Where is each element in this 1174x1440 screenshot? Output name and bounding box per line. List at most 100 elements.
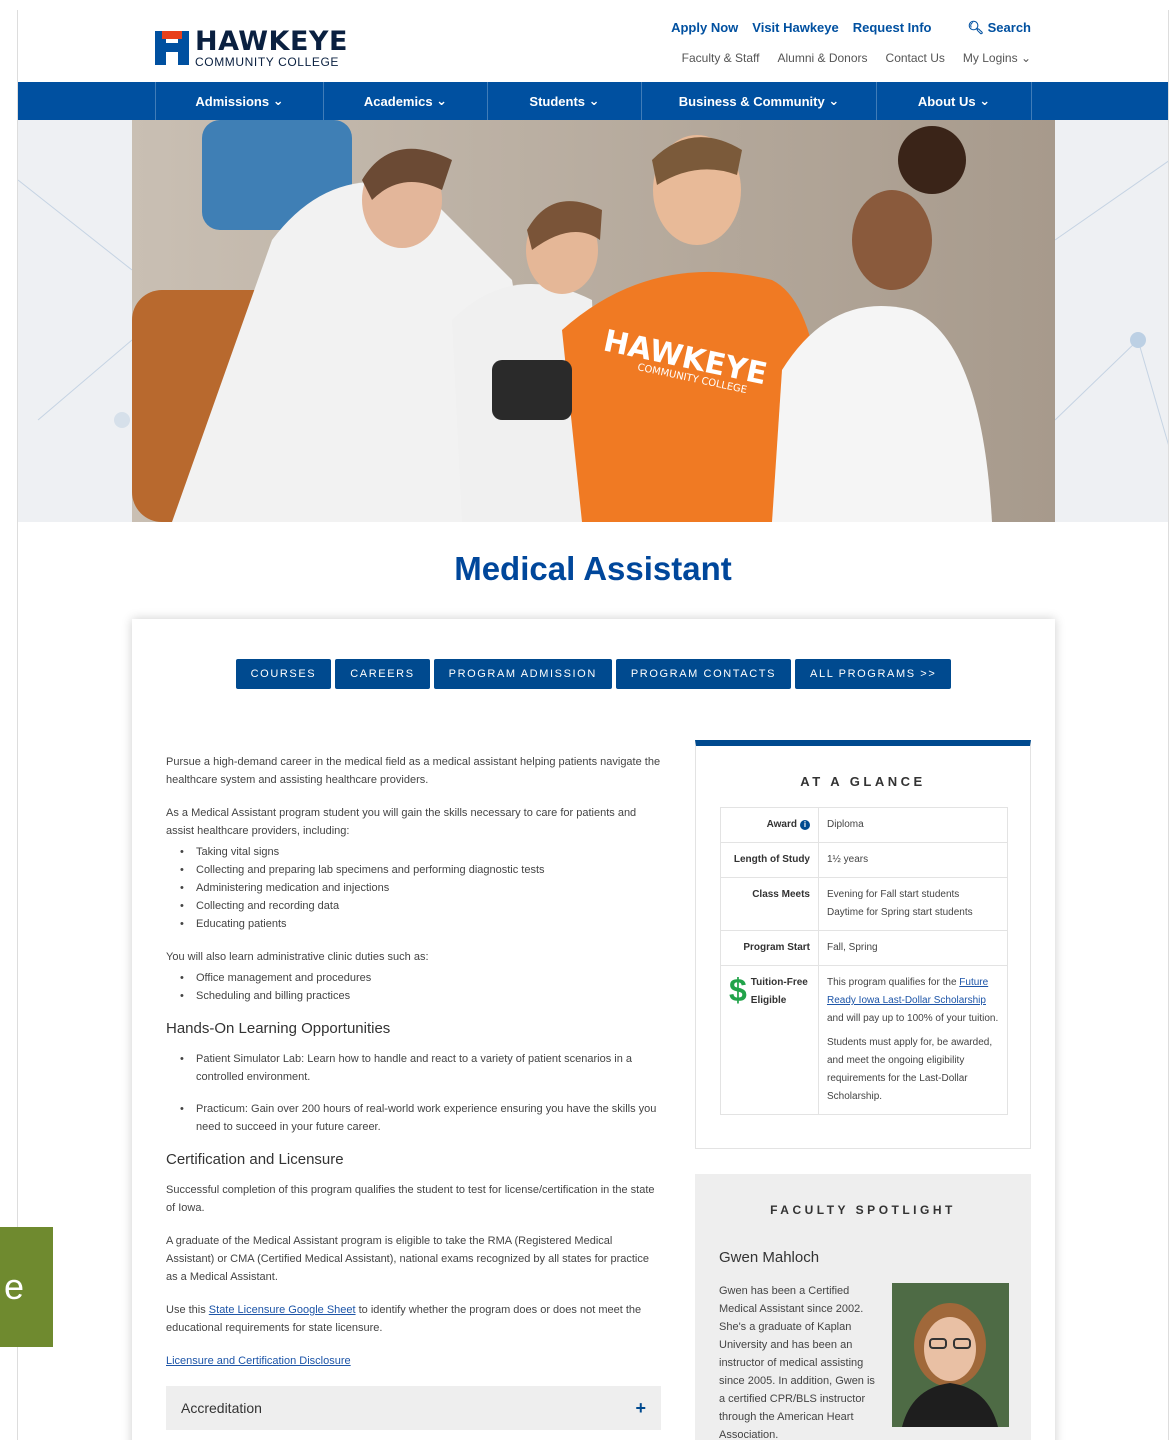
college-logo[interactable]: HAWKEYE COMMUNITY COLLEGE: [155, 28, 348, 68]
award-label: Award: [766, 819, 797, 830]
nav-label: Academics: [363, 93, 433, 109]
contact-us-link[interactable]: Contact Us: [886, 51, 945, 65]
search-button[interactable]: 🔍︎ Search: [967, 20, 1031, 36]
page-title: Medical Assistant: [454, 550, 732, 587]
table-row: Class Meets Evening for Fall start stude…: [720, 877, 1008, 931]
tab-courses[interactable]: COURSES: [235, 659, 332, 689]
utility-bottom-links: Faculty & Staff Alumni & Donors Contact …: [682, 51, 1031, 65]
admin-intro: You will also learn administrative clini…: [166, 951, 429, 963]
handson-list: Patient Simulator Lab: Learn how to hand…: [180, 1050, 661, 1136]
tuition-note: Students must apply for, be awarded, and…: [827, 1037, 993, 1102]
my-logins-label: My Logins: [962, 51, 1018, 65]
page-frame: HAWKEYE COMMUNITY COLLEGE Apply Now Visi…: [17, 10, 1169, 1440]
skills-intro: As a Medical Assistant program student y…: [166, 807, 637, 837]
accreditation-accordion[interactable]: Accreditation +: [166, 1386, 661, 1430]
logo-name: HAWKEYE: [195, 26, 348, 57]
list-item: Administering medication and injections: [180, 879, 661, 897]
nav-about-us[interactable]: About Us ⌄: [877, 82, 1032, 120]
cert-heading: Certification and Licensure: [166, 1151, 344, 1168]
faculty-spotlight: FACULTY SPOTLIGHT Gwen Mahloch Gwen has …: [695, 1174, 1031, 1440]
nav-label: Admissions: [195, 93, 270, 109]
info-icon[interactable]: i: [800, 820, 810, 830]
cert-text: Use this: [166, 1304, 209, 1316]
hero-banner: HAWKEYE COMMUNITY COLLEGE: [18, 120, 1168, 522]
chevron-down-icon: ⌄: [432, 93, 448, 108]
tuition-pre: This program qualifies for the: [827, 977, 960, 988]
faculty-name: Gwen Mahloch: [719, 1249, 820, 1266]
list-item: Scheduling and billing practices: [180, 987, 661, 1005]
logo-subtitle: COMMUNITY COLLEGE: [195, 55, 339, 69]
chevron-down-icon: ⌄: [585, 93, 600, 108]
admin-list: Office management and procedures Schedul…: [180, 969, 661, 1005]
nav-label: Students: [529, 93, 586, 109]
spotlight-title: FACULTY SPOTLIGHT: [770, 1203, 956, 1217]
list-item: Patient Simulator Lab: Learn how to hand…: [180, 1050, 661, 1086]
nav-business-community[interactable]: Business & Community ⌄: [642, 82, 877, 120]
table-row: Award i Diploma: [720, 807, 1008, 843]
list-item: Office management and procedures: [180, 969, 661, 987]
cert-paragraph-1: Successful completion of this program qu…: [166, 1184, 655, 1214]
faculty-bio: Gwen has been a Certified Medical Assist…: [719, 1285, 875, 1440]
utility-top-links: Apply Now Visit Hawkeye Request Info 🔍︎ …: [671, 20, 1031, 36]
nav-label: About Us: [917, 93, 976, 109]
visit-hawkeye-link[interactable]: Visit Hawkeye: [752, 20, 838, 36]
program-card: COURSES CAREERS PROGRAM ADMISSION PROGRA…: [132, 619, 1055, 1440]
chevron-down-icon: ⌄: [824, 93, 840, 108]
at-a-glance-panel: AT A GLANCE Award i Diploma Length of Stu…: [695, 740, 1031, 1149]
length-value: 1½ years: [818, 842, 1008, 878]
disclosure-link[interactable]: Licensure and Certification Disclosure: [166, 1355, 351, 1367]
search-icon: 🔍︎: [967, 20, 984, 35]
handson-heading: Hands-On Learning Opportunities: [166, 1020, 391, 1037]
table-row: $ Tuition-Free Eligible This program qual…: [720, 965, 1008, 1115]
tuition-label: Tuition-Free Eligible: [750, 977, 808, 1006]
accordion-label: Accreditation: [181, 1400, 262, 1416]
alumni-donors-link[interactable]: Alumni & Donors: [777, 51, 867, 65]
glance-table: Award i Diploma Length of Study 1½ years …: [720, 807, 1008, 1115]
glance-title: AT A GLANCE: [800, 774, 926, 789]
my-logins-dropdown[interactable]: My Logins ⌄: [963, 51, 1031, 65]
apply-now-link[interactable]: Apply Now: [671, 20, 738, 36]
meets-value-1: Evening for Fall start students: [827, 889, 960, 900]
dollar-icon: $: [729, 972, 747, 1008]
table-row: Program Start Fall, Spring: [720, 930, 1008, 966]
cert-paragraph-2: A graduate of the Medical Assistant prog…: [166, 1235, 649, 1283]
state-licensure-link[interactable]: State Licensure Google Sheet: [209, 1304, 356, 1316]
program-tabs: COURSES CAREERS PROGRAM ADMISSION PROGRA…: [132, 659, 1055, 689]
search-label: Search: [987, 20, 1031, 35]
program-description: Pursue a high-demand career in the medic…: [166, 753, 661, 1430]
list-item: Collecting and preparing lab specimens a…: [180, 861, 661, 879]
logo-h-icon: [155, 31, 189, 65]
start-label: Program Start: [720, 930, 819, 966]
intro-paragraph: Pursue a high-demand career in the medic…: [166, 756, 661, 786]
tuition-text: This program qualifies for the Future Re…: [827, 974, 999, 1028]
request-info-link[interactable]: Request Info: [853, 20, 932, 36]
side-feedback-tab[interactable]: e: [0, 1227, 53, 1347]
nav-students[interactable]: Students ⌄: [488, 82, 642, 120]
tuition-post: and will pay up to 100% of your tuition.: [827, 1013, 999, 1024]
site-header: HAWKEYE COMMUNITY COLLEGE Apply Now Visi…: [18, 10, 1168, 82]
tab-careers[interactable]: CAREERS: [335, 659, 430, 689]
start-value: Fall, Spring: [818, 930, 1008, 966]
chevron-down-icon: ⌄: [975, 93, 991, 108]
list-item: Collecting and recording data: [180, 897, 661, 915]
nav-admissions[interactable]: Admissions ⌄: [156, 82, 324, 120]
meets-label: Class Meets: [720, 877, 819, 931]
faculty-staff-link[interactable]: Faculty & Staff: [682, 51, 760, 65]
table-row: Length of Study 1½ years: [720, 842, 1008, 878]
hero-photo: HAWKEYE COMMUNITY COLLEGE: [132, 120, 1055, 522]
length-label: Length of Study: [720, 842, 819, 878]
nav-label: Business & Community: [678, 93, 825, 109]
list-item: Practicum: Gain over 200 hours of real-w…: [180, 1100, 661, 1136]
meets-value-2: Daytime for Spring start students: [827, 907, 973, 918]
faculty-photo: [892, 1283, 1009, 1427]
award-value: Diploma: [818, 807, 1008, 843]
cert-paragraph-3: Use this State Licensure Google Sheet to…: [166, 1301, 661, 1337]
main-nav: Admissions ⌄ Academics ⌄ Students ⌄ Busi…: [18, 82, 1168, 120]
nav-academics[interactable]: Academics ⌄: [324, 82, 488, 120]
tab-program-admission[interactable]: PROGRAM ADMISSION: [433, 659, 612, 689]
tab-all-programs[interactable]: ALL PROGRAMS >>: [795, 659, 952, 689]
list-item: Educating patients: [180, 915, 661, 933]
chevron-down-icon: ⌄: [1020, 51, 1031, 65]
plus-icon: +: [635, 1398, 646, 1418]
tab-program-contacts[interactable]: PROGRAM CONTACTS: [615, 659, 792, 689]
